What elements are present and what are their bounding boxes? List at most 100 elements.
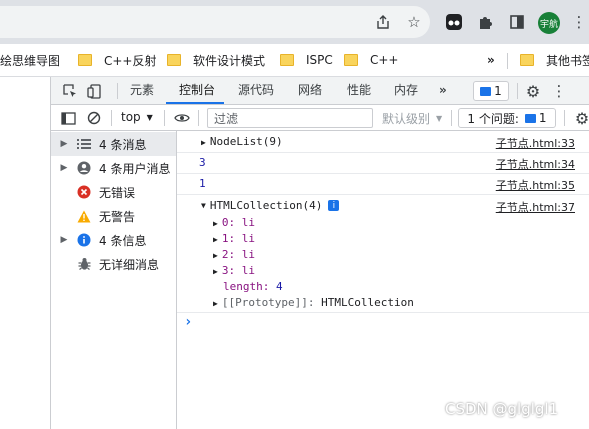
- inspect-element-icon[interactable]: [59, 80, 81, 102]
- console-toolbar: top ▼ 过滤 默认级别 ▼ 1 个问题: 1 ⚙: [51, 105, 589, 131]
- tab-performance[interactable]: 性能: [347, 77, 371, 104]
- more-options-icon[interactable]: ⋮: [548, 80, 570, 102]
- filter-input[interactable]: 过滤: [207, 108, 373, 128]
- expand-arrow-icon[interactable]: ▶: [57, 139, 71, 149]
- source-link[interactable]: 子节点.html:34: [496, 156, 575, 172]
- bookmark-item[interactable]: ISPC: [280, 52, 333, 68]
- collection-item[interactable]: ▶ 2: li: [213, 248, 255, 261]
- divider: [517, 83, 518, 99]
- log-number: 3: [199, 156, 206, 169]
- log-text: HTMLCollection(4): [209, 199, 323, 212]
- tab-sources[interactable]: 源代码: [238, 77, 274, 104]
- bookmark-item-other[interactable]: 其他书签: [520, 52, 589, 68]
- bookmark-item[interactable]: 软件设计模式: [167, 52, 265, 68]
- sidebar-item-verbose[interactable]: 无详细消息: [51, 252, 176, 276]
- bookmark-item[interactable]: C++反射: [78, 52, 157, 68]
- folder-icon: [78, 54, 92, 66]
- extension-glasses-icon[interactable]: [443, 11, 465, 33]
- divider: [507, 53, 508, 69]
- tab-memory[interactable]: 内存: [394, 77, 418, 104]
- active-tab-indicator: [166, 102, 224, 104]
- collapse-triangle-icon[interactable]: ▼: [201, 201, 206, 210]
- dropdown-arrow-icon: ▼: [146, 112, 153, 122]
- page-viewport: [0, 77, 51, 429]
- tab-console[interactable]: 控制台: [179, 77, 215, 104]
- issues-counter-button[interactable]: 1: [473, 81, 509, 101]
- source-link[interactable]: 子节点.html:35: [496, 177, 575, 193]
- info-badge-icon[interactable]: i: [328, 200, 340, 211]
- log-entry[interactable]: ▶ NodeList(9) 子节点.html:33: [177, 131, 589, 153]
- collection-item[interactable]: ▶ 1: li: [213, 232, 255, 245]
- live-expression-eye-icon[interactable]: [171, 107, 193, 129]
- sidebar-item-warnings[interactable]: 无警告: [51, 204, 176, 228]
- item-key: 1:: [221, 232, 236, 245]
- divider: [111, 110, 112, 126]
- devtools-tabbar: 元素 控制台 源代码 网络 性能 内存 » 1 ⚙ ⋮: [51, 77, 589, 105]
- bookmark-item[interactable]: 绘思维导图: [0, 52, 60, 68]
- log-level-label: 默认级别: [382, 112, 431, 126]
- expand-arrow-icon[interactable]: ▶: [57, 235, 71, 245]
- show-sidebar-icon[interactable]: [57, 107, 79, 129]
- tab-network[interactable]: 网络: [298, 77, 322, 104]
- issues-button[interactable]: 1 个问题: 1: [458, 108, 556, 128]
- sidebar-label: 无详细消息: [99, 257, 160, 272]
- collection-item[interactable]: ▶ 0: li: [213, 216, 255, 229]
- item-value: li: [241, 248, 255, 261]
- sidebar-item-info[interactable]: ▶ 4 条信息: [51, 228, 176, 252]
- console-log: ▶ NodeList(9) 子节点.html:33 3 子节点.html:34 1…: [177, 131, 589, 429]
- folder-icon: [167, 54, 181, 66]
- log-entry-expanded[interactable]: ▼ HTMLCollection(4) i 子节点.html:37 ▶ 0: li…: [177, 195, 589, 313]
- bookmark-star-icon[interactable]: ☆: [403, 11, 425, 33]
- folder-icon: [520, 54, 534, 66]
- sidebar-item-messages[interactable]: ▶ 4 条消息: [51, 132, 176, 156]
- more-tabs-button[interactable]: »: [439, 77, 447, 104]
- settings-gear-icon[interactable]: ⚙: [522, 80, 544, 102]
- source-link[interactable]: 子节点.html:33: [496, 135, 575, 151]
- length-property: length: 4: [223, 280, 283, 293]
- length-key: length:: [223, 280, 270, 293]
- item-key: 0:: [221, 216, 236, 229]
- item-key: 2:: [221, 248, 236, 261]
- sidebar-item-errors[interactable]: 无错误: [51, 180, 176, 204]
- divider: [164, 110, 165, 126]
- proto-key: [[Prototype]]:: [221, 296, 315, 309]
- divider: [564, 110, 565, 126]
- share-icon[interactable]: [372, 11, 394, 33]
- expand-triangle-icon: ▶: [213, 267, 218, 276]
- bookmark-item[interactable]: C++: [344, 52, 399, 68]
- message-icon: [480, 86, 492, 96]
- sidebar-item-user-messages[interactable]: ▶ 4 条用户消息: [51, 156, 176, 180]
- expand-triangle-icon: ▶: [213, 251, 218, 260]
- log-level-dropdown[interactable]: 默认级别 ▼: [382, 110, 442, 127]
- source-link[interactable]: 子节点.html:37: [496, 199, 575, 215]
- menu-kebab-icon[interactable]: ⋮: [568, 11, 589, 33]
- length-value: 4: [275, 280, 283, 293]
- console-settings-gear-icon[interactable]: ⚙: [571, 107, 589, 129]
- bookmarks-overflow-button[interactable]: »: [487, 52, 495, 68]
- expand-triangle-icon[interactable]: ▶: [201, 138, 206, 147]
- console-prompt[interactable]: ›: [184, 314, 192, 330]
- info-icon: [75, 233, 93, 247]
- address-bar[interactable]: [0, 6, 430, 38]
- prototype-item[interactable]: ▶ [[Prototype]]: HTMLCollection: [213, 296, 414, 309]
- watermark: CSDN @glglgl1: [445, 400, 559, 418]
- bookmark-label: 绘思维导图: [0, 53, 61, 68]
- extensions-puzzle-icon[interactable]: [475, 11, 497, 33]
- collection-item[interactable]: ▶ 3: li: [213, 264, 255, 277]
- clear-console-icon[interactable]: [83, 107, 105, 129]
- device-toolbar-icon[interactable]: [83, 80, 105, 102]
- item-value: li: [241, 232, 255, 245]
- tab-elements[interactable]: 元素: [130, 77, 154, 104]
- side-panel-icon[interactable]: [506, 11, 528, 33]
- profile-avatar[interactable]: 宇航: [538, 12, 560, 34]
- expand-arrow-icon[interactable]: ▶: [57, 163, 71, 173]
- proto-value: HTMLCollection: [321, 296, 414, 309]
- log-entry: 3 子节点.html:34: [177, 153, 589, 174]
- folder-icon: [344, 54, 358, 66]
- sidebar-label: 4 条信息: [99, 233, 147, 248]
- context-selector[interactable]: top ▼: [121, 110, 153, 124]
- bookmark-label: C++反射: [104, 53, 157, 68]
- issues-label: 1 个问题:: [467, 111, 519, 126]
- bookmark-label: 其他书签: [546, 53, 589, 68]
- sidebar-label: 无警告: [99, 209, 136, 224]
